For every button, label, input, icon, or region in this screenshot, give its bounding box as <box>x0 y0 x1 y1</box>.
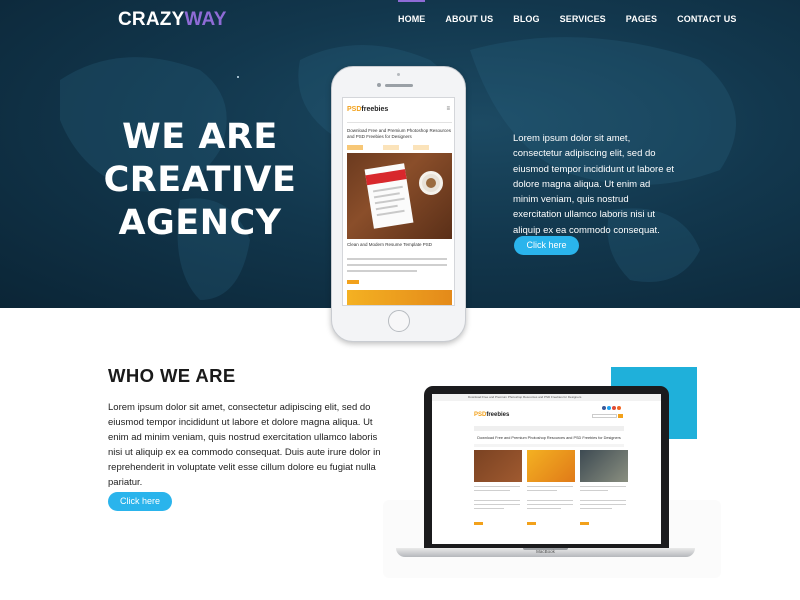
post-text-line <box>474 508 504 509</box>
phone-tab <box>347 145 363 150</box>
phone-divider <box>347 122 452 123</box>
coffee <box>426 178 436 188</box>
laptop-brand-label: MacBook <box>536 549 555 554</box>
phone-resume-image <box>347 153 452 239</box>
section-description: Lorem ipsum dolor sit amet, consectetur … <box>108 402 381 488</box>
nav-home[interactable]: HOME <box>398 0 426 24</box>
nav-pages[interactable]: PAGES <box>626 14 657 24</box>
phone-read-more <box>347 280 359 284</box>
resume-line <box>375 204 398 211</box>
laptop-logo-freebies: freebies <box>486 412 510 418</box>
laptop-post-card <box>474 450 522 530</box>
section-title: WHO WE ARE <box>108 365 236 386</box>
laptop-post-card <box>580 450 628 530</box>
phone-second-image <box>347 290 452 305</box>
laptop-site-heading: Download Free and Premium Photoshop Reso… <box>477 436 621 440</box>
rss-icon <box>617 406 621 410</box>
twitter-icon <box>607 406 611 410</box>
post-read-more <box>474 522 483 525</box>
phone-tab <box>383 145 399 150</box>
hero-click-here-button[interactable]: Click here <box>514 236 579 255</box>
phone-post-caption: Clean and Modern Resume Template PSD <box>347 242 432 247</box>
post-read-more <box>527 522 536 525</box>
resume-header-bar <box>365 169 407 186</box>
post-thumbnail <box>580 450 628 482</box>
phone-text-line <box>347 264 447 266</box>
post-read-more <box>580 522 589 525</box>
phone-text-line <box>347 258 447 260</box>
laptop-topbar-text: Download Free and Premium Photoshop Reso… <box>468 395 582 399</box>
logo-part-way: WAY <box>184 9 227 30</box>
laptop-post-card <box>527 450 575 530</box>
hero-title-line-3: AGENCY <box>118 203 282 243</box>
laptop-tabs <box>474 444 624 447</box>
nav-about-us[interactable]: ABOUT US <box>445 14 493 24</box>
post-title-line <box>527 486 573 487</box>
brand-logo[interactable]: CRAZYWAY <box>118 9 227 31</box>
post-text-line <box>527 500 573 501</box>
nav-services[interactable]: SERVICES <box>560 14 606 24</box>
hero-title-line-2: CREATIVE <box>103 160 297 200</box>
phone-headline: Download Free and Premium Photoshop Reso… <box>347 128 452 139</box>
phone-logo-psd: PSD <box>347 106 362 113</box>
post-title-line <box>474 486 520 487</box>
phone-site-logo: PSDfreebies <box>347 106 388 113</box>
laptop-site-logo: PSDfreebies <box>474 412 509 418</box>
laptop-screen: Download Free and Premium Photoshop Reso… <box>432 394 661 544</box>
post-title-line <box>580 486 626 487</box>
coffee-cup-graphic <box>419 171 443 195</box>
post-title-line <box>580 490 608 491</box>
post-text-line <box>474 500 520 501</box>
facebook-icon <box>602 406 606 410</box>
laptop-search-icon <box>618 414 623 418</box>
resume-line <box>376 209 405 217</box>
resume-line <box>373 192 400 199</box>
star-dot <box>237 76 239 78</box>
logo-part-crazy: CRAZY <box>118 9 185 30</box>
laptop-menubar <box>474 426 624 431</box>
post-thumbnail <box>474 450 522 482</box>
phone-menu-icon: ≡ <box>446 106 450 112</box>
post-text-line <box>527 504 573 505</box>
post-title-line <box>474 490 510 491</box>
hero-title-line-1: WE ARE <box>122 117 278 157</box>
resume-line <box>374 197 405 205</box>
resume-paper-graphic <box>364 163 414 229</box>
phone-sensor <box>397 73 400 76</box>
nav-blog[interactable]: BLOG <box>513 14 539 24</box>
post-text-line <box>580 504 626 505</box>
phone-speaker <box>385 84 413 87</box>
social-icons <box>602 406 622 410</box>
post-text-line <box>474 504 520 505</box>
phone-tab <box>413 145 429 150</box>
main-nav: HOME ABOUT US BLOG SERVICES PAGES CONTAC… <box>398 0 756 24</box>
google-plus-icon <box>612 406 616 410</box>
post-title-line <box>527 490 557 491</box>
post-text-line <box>580 508 612 509</box>
laptop-site-topbar: Download Free and Premium Photoshop Reso… <box>432 394 661 401</box>
post-text-line <box>580 500 626 501</box>
phone-logo-freebies: freebies <box>361 106 389 113</box>
nav-contact-us[interactable]: CONTACT US <box>677 14 736 24</box>
phone-text-line <box>347 270 417 272</box>
phone-mockup: PSDfreebies ≡ Download Free and Premium … <box>331 66 466 342</box>
hero-title: WE ARE CREATIVE AGENCY <box>100 116 300 245</box>
post-thumbnail <box>527 450 575 482</box>
phone-home-button <box>388 310 410 332</box>
hero-description: Lorem ipsum dolor sit amet, consectetur … <box>513 133 675 236</box>
about-click-here-button[interactable]: Click here <box>108 492 172 511</box>
laptop-logo-psd: PSD <box>474 412 487 418</box>
laptop-base: MacBook <box>396 548 695 557</box>
laptop-mockup: Download Free and Premium Photoshop Reso… <box>424 386 669 550</box>
post-text-line <box>527 508 561 509</box>
phone-screen: PSDfreebies ≡ Download Free and Premium … <box>342 97 455 306</box>
laptop-search-box <box>592 414 617 418</box>
phone-camera-icon <box>377 83 381 87</box>
